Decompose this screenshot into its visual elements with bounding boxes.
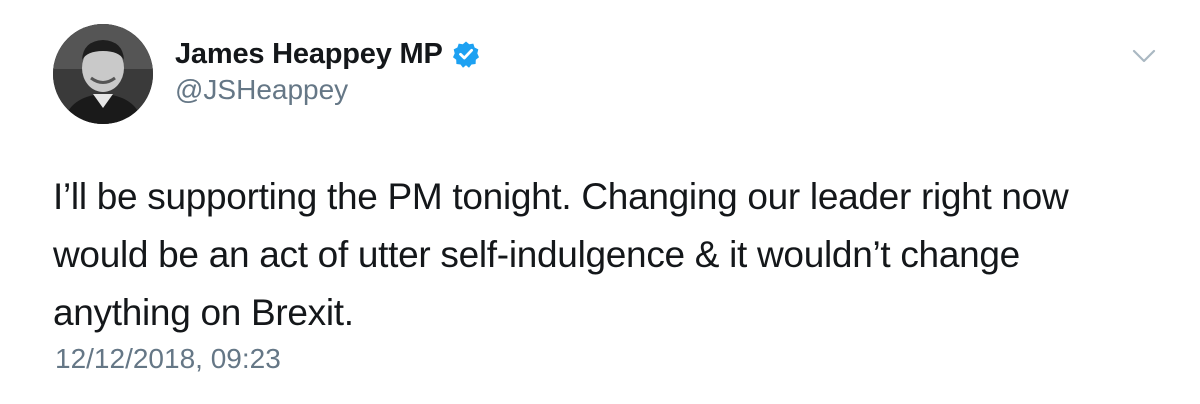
chevron-down-icon[interactable] bbox=[1131, 46, 1157, 66]
author-name-row[interactable]: James Heappey MP bbox=[175, 36, 480, 72]
tweet-timestamp[interactable]: 12/12/2018, 09:23 bbox=[55, 343, 281, 375]
author-handle[interactable]: @JSHeappey bbox=[175, 74, 348, 106]
avatar-photo bbox=[53, 24, 153, 124]
tweet-text-line: anything on Brexit. bbox=[53, 292, 354, 333]
tweet-text: I’ll be supporting the PM tonight. Chang… bbox=[53, 168, 1163, 342]
tweet-card: James Heappey MP @JSHeappey I’ll be supp… bbox=[0, 0, 1200, 404]
tweet-text-line: would be an act of utter self-indulgence… bbox=[53, 234, 1020, 275]
verified-badge-icon bbox=[452, 40, 480, 68]
tweet-text-line: I’ll be supporting the PM tonight. Chang… bbox=[53, 176, 1069, 217]
author-display-name[interactable]: James Heappey MP bbox=[175, 38, 443, 71]
avatar[interactable] bbox=[53, 24, 153, 124]
